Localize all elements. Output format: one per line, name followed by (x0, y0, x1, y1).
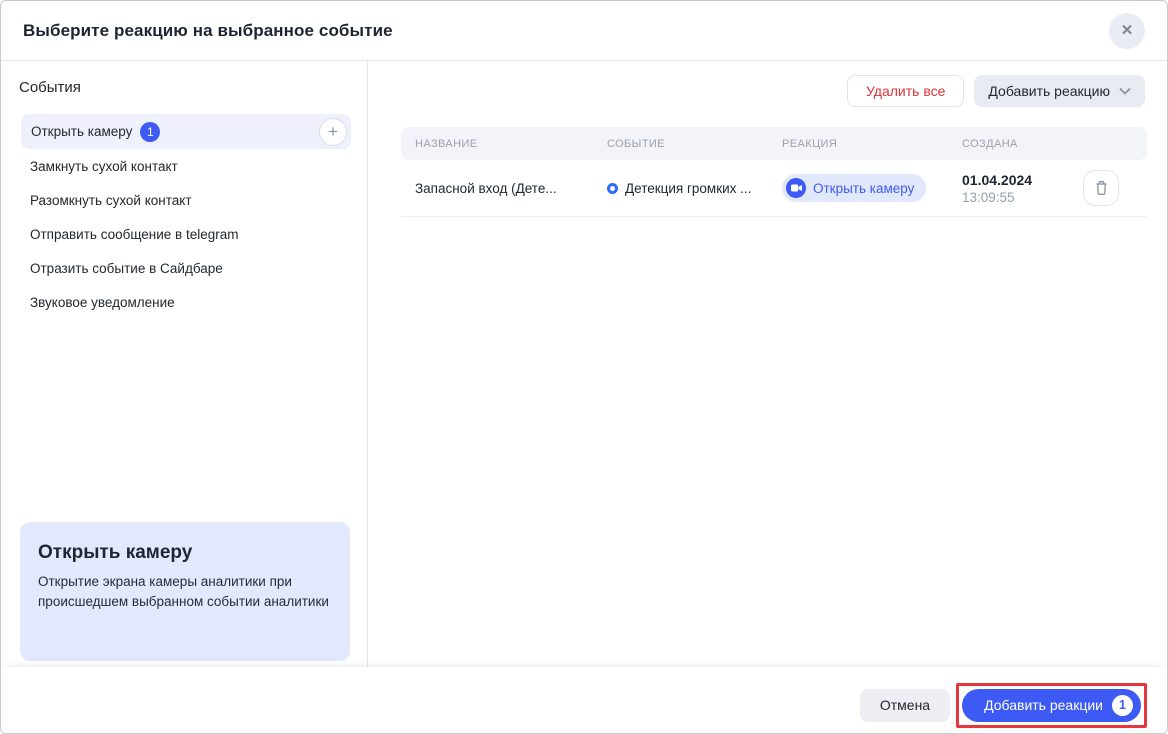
sidebar-item-telegram[interactable]: Отправить сообщение в telegram (1, 217, 367, 251)
table-row: Запасной вход (Дете... Детекция громких … (401, 160, 1147, 217)
cancel-button[interactable]: Отмена (860, 689, 950, 722)
sidebar-item-sidebar-event[interactable]: Отразить событие в Сайдбаре (1, 251, 367, 285)
reactions-table: НАЗВАНИЕ СОБЫТИЕ РЕАКЦИЯ СОЗДАНА Запасно… (401, 127, 1147, 217)
sidebar-item-close-contact[interactable]: Замкнуть сухой контакт (1, 149, 367, 183)
delete-all-button[interactable]: Удалить все (847, 75, 964, 107)
camera-icon (786, 178, 806, 198)
sidebar-item-open-contact[interactable]: Разомкнуть сухой контакт (1, 183, 367, 217)
trash-icon (1094, 180, 1109, 196)
add-reaction-label: Добавить реакцию (988, 83, 1110, 99)
add-button[interactable]: + (319, 118, 347, 146)
sidebar-title: События (19, 79, 367, 96)
dialog-footer: Отмена Добавить реакции 1 (1, 667, 1167, 733)
toolbar: Удалить все Добавить реакцию (369, 61, 1167, 107)
sidebar-item-open-camera[interactable]: Открыть камеру 1 + (21, 114, 351, 149)
page-title: Выберите реакцию на выбранное событие (23, 21, 393, 41)
column-header-reaction: РЕАКЦИЯ (782, 138, 962, 150)
events-sidebar: События Открыть камеру 1 + Замкнуть сухо… (1, 61, 368, 667)
info-card: Открыть камеру Открытие экрана камеры ан… (20, 522, 350, 661)
delete-row-button[interactable] (1083, 170, 1119, 206)
reactions-panel: Удалить все Добавить реакцию НАЗВАНИЕ СО… (369, 61, 1167, 667)
close-icon: ✕ (1121, 23, 1134, 38)
sidebar-item-label: Открыть камеру (31, 124, 132, 139)
dialog-header: Выберите реакцию на выбранное событие ✕ (1, 1, 1167, 61)
table-header: НАЗВАНИЕ СОБЫТИЕ РЕАКЦИЯ СОЗДАНА (401, 127, 1147, 160)
row-event: Детекция громких ... (607, 181, 782, 196)
event-type-icon (607, 183, 618, 194)
submit-count-badge: 1 (1112, 695, 1133, 716)
created-time: 13:09:55 (962, 190, 1083, 205)
reaction-badge-label: Открыть камеру (813, 181, 914, 196)
info-card-title: Открыть камеру (38, 542, 332, 564)
column-header-event: СОБЫТИЕ (607, 138, 782, 150)
created-date: 01.04.2024 (962, 172, 1083, 188)
reaction-badge: Открыть камеру (782, 174, 926, 202)
row-created: 01.04.2024 13:09:55 (962, 172, 1083, 205)
add-reaction-dropdown[interactable]: Добавить реакцию (974, 75, 1145, 107)
add-reactions-button[interactable]: Добавить реакции 1 (962, 689, 1141, 722)
column-header-name: НАЗВАНИЕ (415, 138, 607, 150)
row-name: Запасной вход (Дете... (415, 181, 607, 196)
reaction-dialog: Выберите реакцию на выбранное событие ✕ … (0, 0, 1168, 734)
plus-icon: + (328, 123, 338, 140)
row-event-label: Детекция громких ... (625, 181, 751, 196)
row-reaction: Открыть камеру (782, 174, 962, 202)
sidebar-item-sound[interactable]: Звуковое уведомление (1, 285, 367, 319)
column-header-created: СОЗДАНА (962, 138, 1083, 150)
count-badge: 1 (140, 122, 160, 142)
close-button[interactable]: ✕ (1109, 13, 1145, 49)
info-card-description: Открытие экрана камеры аналитики при про… (38, 572, 332, 611)
add-reactions-label: Добавить реакции (984, 697, 1103, 713)
chevron-down-icon (1119, 87, 1131, 95)
annotation-highlight: Добавить реакции 1 (956, 683, 1147, 728)
